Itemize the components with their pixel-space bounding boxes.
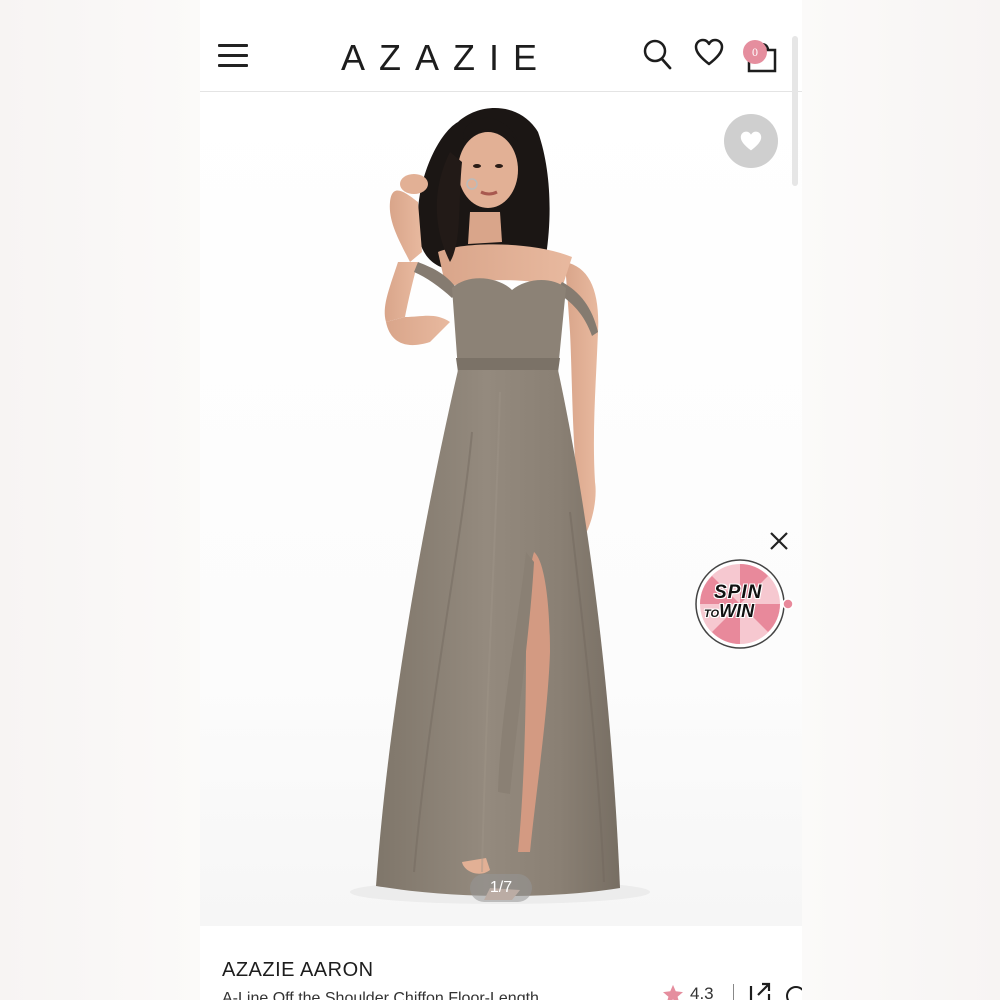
hamburger-menu-icon[interactable] (218, 44, 250, 68)
star-icon (663, 984, 683, 1000)
favorite-button[interactable] (724, 114, 778, 168)
heart-filled-icon (740, 131, 762, 151)
mobile-screen: AZAZIE 0 SPIN TOWIN 1/7 AZAZIE AARON A-L… (200, 0, 802, 1000)
brand-logo[interactable]: AZAZIE (336, 38, 556, 78)
partial-icon (786, 986, 802, 1000)
to-label: TO (704, 608, 720, 620)
product-subtitle: A-Line Off the Shoulder Chiffon Floor-Le… (222, 990, 539, 1000)
model-photo (350, 108, 650, 904)
divider (733, 984, 734, 1000)
top-header: AZAZIE 0 (200, 0, 802, 92)
spin-to-win-button[interactable]: SPIN TOWIN (694, 556, 794, 652)
background-left (0, 0, 200, 1000)
win-label: WIN (719, 601, 755, 621)
close-icon[interactable] (768, 530, 790, 552)
product-image[interactable] (200, 92, 802, 926)
scrollbar[interactable] (792, 36, 798, 186)
cart-count-badge: 0 (743, 40, 767, 64)
background-right (802, 0, 1000, 1000)
to-win-label: TOWIN (704, 601, 754, 622)
image-pager: 1/7 (470, 874, 532, 902)
search-icon[interactable] (642, 38, 672, 70)
share-icon[interactable] (748, 982, 772, 1000)
rating-value: 4.3 (690, 984, 714, 1000)
product-name: AZAZIE AARON (222, 959, 374, 981)
heart-icon[interactable] (694, 38, 724, 68)
